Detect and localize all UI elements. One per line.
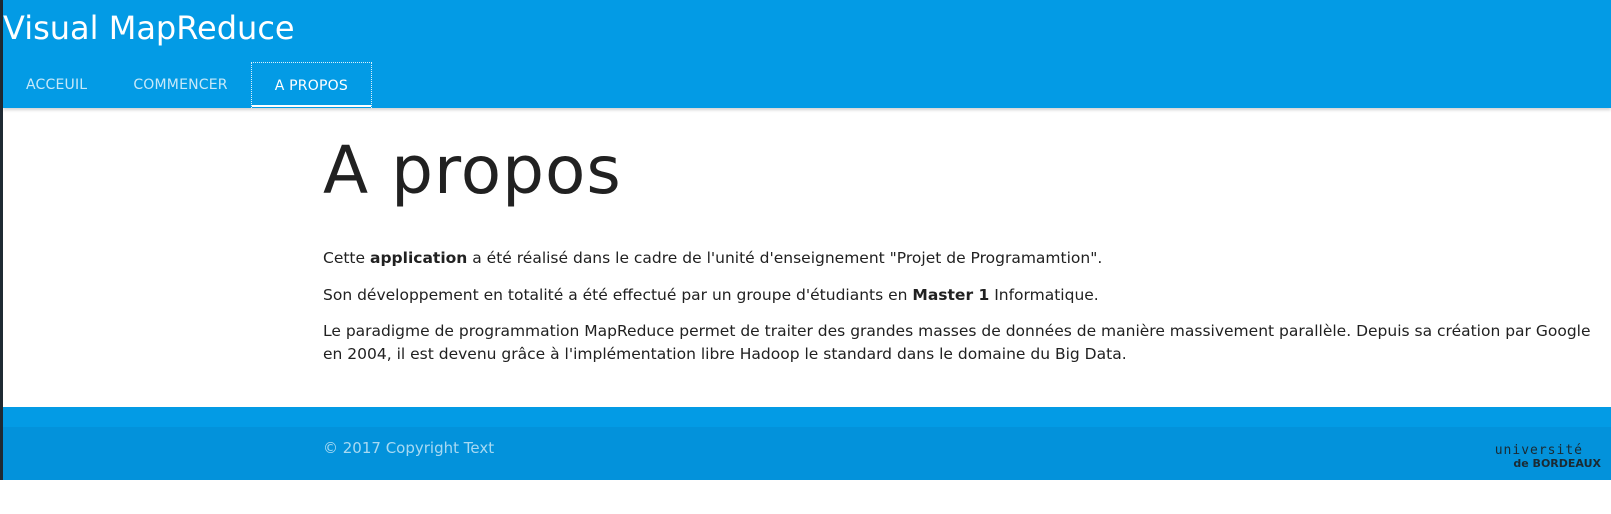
app-title[interactable]: Visual MapReduce [3,9,295,47]
paragraph-team: Son développement en totalité a été effe… [323,284,1593,307]
logo-line-2: de BORDEAUX [1513,457,1601,470]
bold-text: application [369,249,468,267]
paragraph-text: Cette [323,249,370,267]
paragraph-intro: Cette application a été réalisé dans le … [323,247,1593,270]
university-logo: université de BORDEAUX [1495,443,1601,471]
footer-band [3,407,1611,427]
paragraph-mapreduce: Le paradigme de programmation MapReduce … [323,322,1591,363]
nav-tabs: ACCEUIL COMMENCER A PROPOS [3,62,372,108]
tab-commencer[interactable]: COMMENCER [110,62,250,108]
paragraph-text: a été réalisé dans le cadre de l'unité d… [467,249,1103,267]
bold-text: Master 1 [912,286,990,304]
paragraph-text: Son développement en totalité a été effe… [323,286,913,304]
main-content: A propos Cette application a été réalisé… [323,110,1593,366]
paragraph-text: Informatique. [989,286,1099,304]
page: Visual MapReduce ACCEUIL COMMENCER A PRO… [0,0,1611,514]
footer: © 2017 Copyright Text université de BORD… [3,407,1611,480]
tab-a-propos[interactable]: A PROPOS [250,62,372,108]
logo-line-1: université [1494,443,1583,458]
copyright-text: © 2017 Copyright Text [323,439,495,457]
tab-acceuil[interactable]: ACCEUIL [3,62,110,108]
top-navbar: Visual MapReduce ACCEUIL COMMENCER A PRO… [3,0,1611,108]
page-title: A propos [323,132,622,209]
